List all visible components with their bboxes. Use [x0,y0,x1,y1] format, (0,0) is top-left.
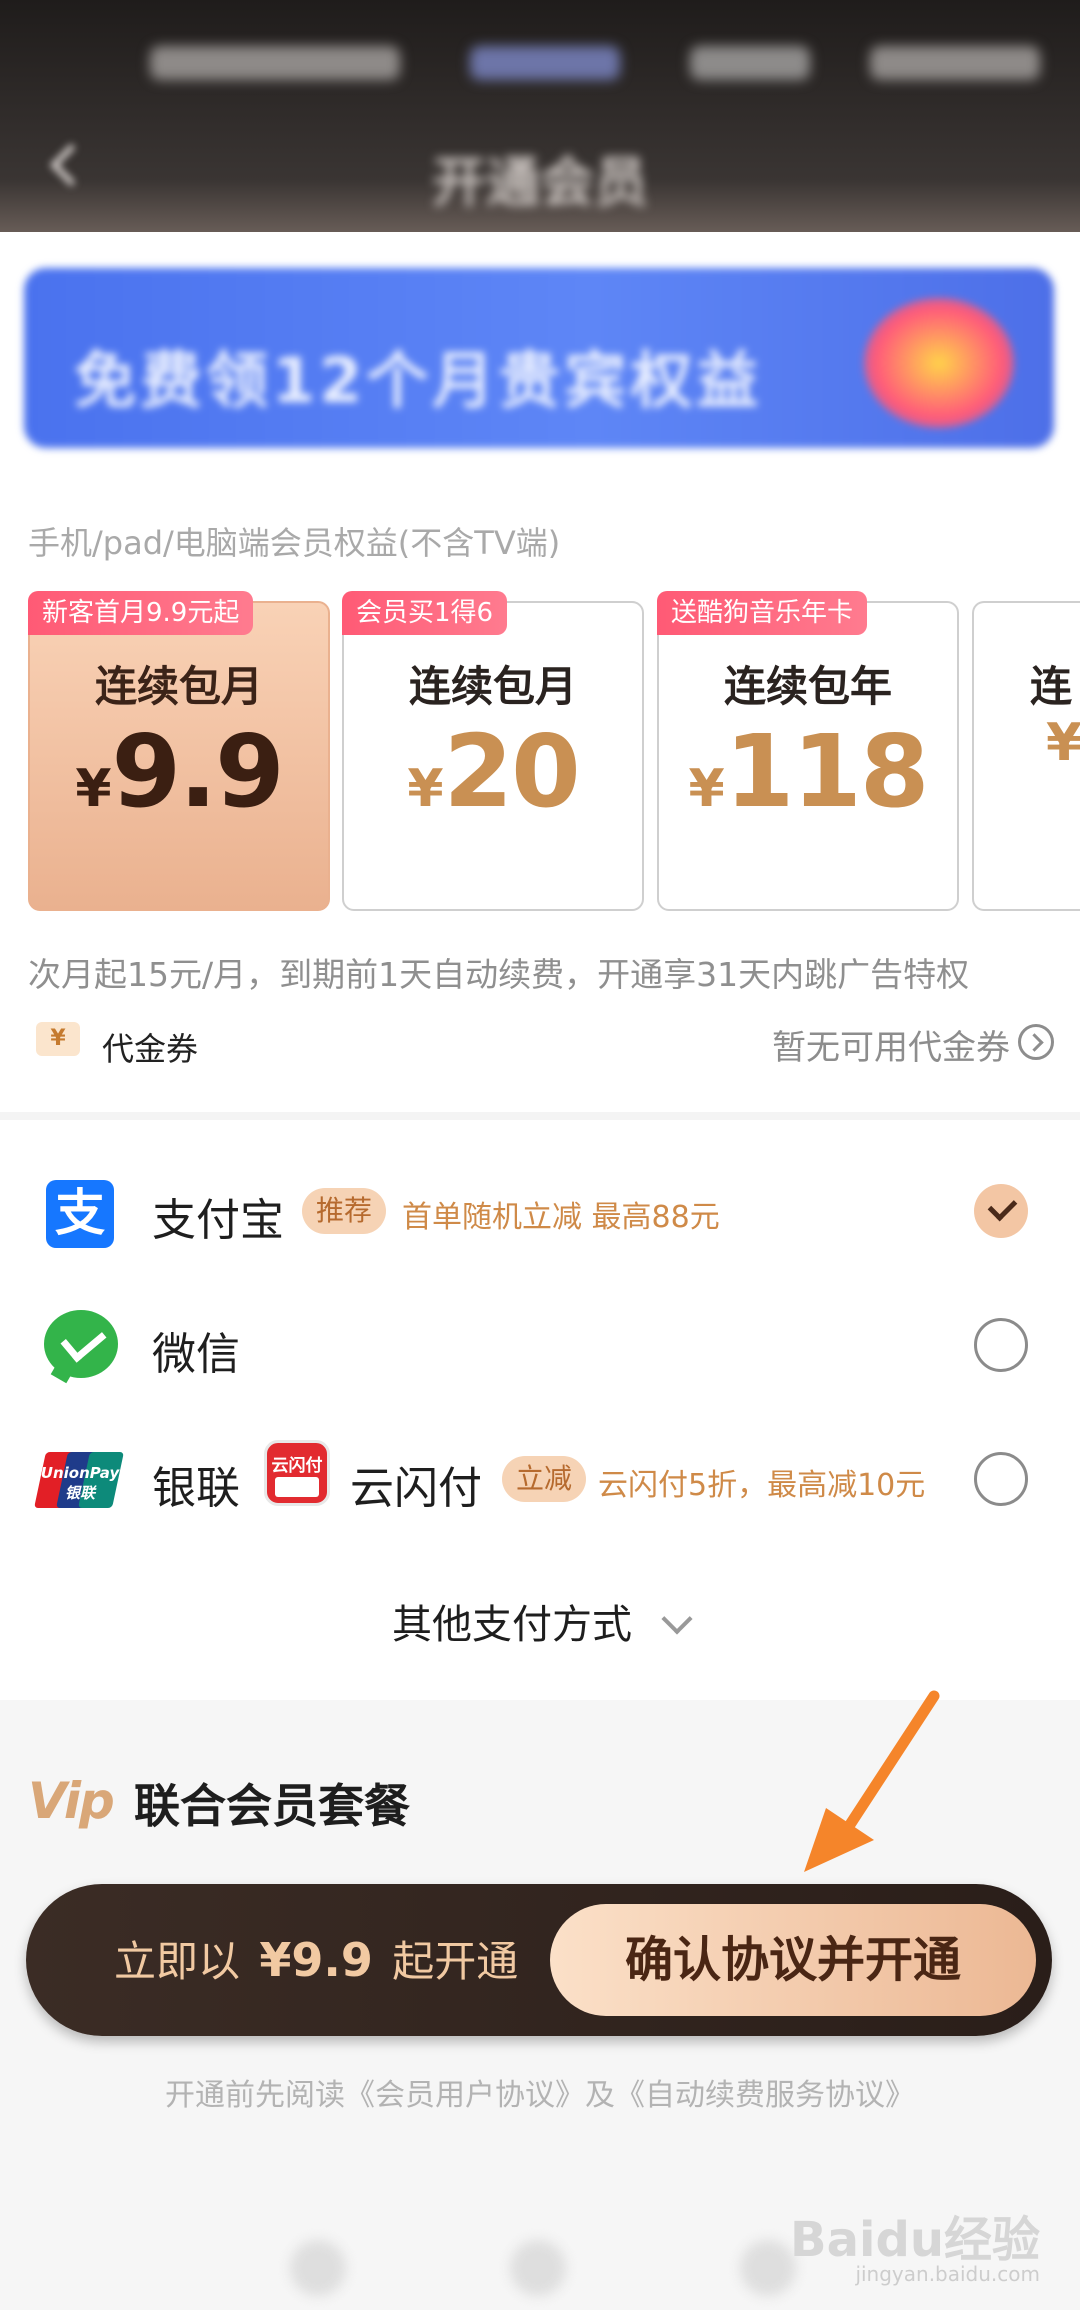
alipay-icon: 支 [46,1180,114,1248]
plan-card-monthly-new[interactable]: 新客首月9.9元起 连续包月 ¥9.9 [28,591,330,911]
voucher-label: 代金券 [102,1030,199,1068]
watermark: Baidu经验 jingyan.baidu.com [790,2200,1040,2286]
payment-label-2: 云闪付 [350,1463,482,1514]
cta-suffix: 起开通 [392,1937,519,1986]
chevron-right-icon [1018,1024,1054,1060]
payment-promo: 云闪付5折，最高减10元 [598,1468,926,1503]
plan-name: 连续包年 [723,662,892,711]
recommend-badge: 推荐 [302,1188,387,1234]
plan-name: 连续包月 [94,662,263,711]
payment-option-alipay[interactable]: 支 支付宝 推荐 首单随机立减 最高88元 [0,1156,1080,1266]
cta-prefix: 立即以 [114,1937,241,1986]
plan-card-partial[interactable]: 连 ¥ [972,601,1080,911]
plan-name: 连 [1030,662,1073,711]
currency-symbol: ¥ [407,759,444,819]
agreement-links[interactable]: 开通前先阅读《会员用户协议》及《自动续费服务协议》 [0,2070,1080,2114]
arrow-annotation-icon [804,1690,940,1872]
discount-badge: 立减 [502,1456,587,1502]
payment-option-unionpay[interactable]: UnionPay 银联 银联 云闪付 云闪付 立减 云闪付5折，最高减10元 [0,1424,1080,1534]
payment-label: 银联 [152,1463,240,1514]
payment-option-wechat[interactable]: 微信 [0,1290,1080,1400]
plan-tag: 新客首月9.9元起 [28,591,254,635]
plan-tag: 送酷狗音乐年卡 [657,591,868,635]
voucher-status: 暂无可用代金券 [772,1028,1010,1068]
cta-price: ¥9.9 [259,1933,373,1987]
purchase-summary: 立即以 ¥9.9 起开通 [114,1928,518,1989]
price-value: 118 [724,713,930,830]
banner-text: 免费领12个月贵宾权益 [74,344,763,417]
page-title: 开通会员 [432,151,648,214]
vip-section-title: 联合会员套餐 [134,1779,410,1833]
radio-unselected[interactable] [974,1452,1028,1506]
renew-note: 次月起15元/月，到期前1天自动续费，开通享31天内跳广告特权 [28,955,970,994]
plan-card-yearly[interactable]: 送酷狗音乐年卡 连续包年 ¥118 [657,591,959,911]
header-bar: 开通会员 [0,0,1080,240]
voucher-row[interactable]: ¥ 代金券 暂无可用代金券 [0,1010,1080,1080]
wechat-icon [44,1310,118,1378]
voucher-icon: ¥ [36,1022,80,1056]
price-value: 20 [443,713,581,830]
yunshanfu-logo-text: 云闪付 [271,1456,323,1476]
yunshanfu-icon: 云闪付 [264,1440,330,1506]
radio-selected[interactable] [974,1184,1028,1238]
watermark-sub: jingyan.baidu.com [855,2262,1040,2286]
plan-price: ¥9.9 [30,713,328,830]
plan-price: ¥ [1046,713,1080,773]
plan-tag: 会员买1得6 [342,591,508,635]
purchase-bar: 立即以 ¥9.9 起开通 确认协议并开通 [26,1884,1052,2036]
plan-name: 连续包月 [408,662,577,711]
unionpay-icon: UnionPay 银联 [34,1452,124,1508]
plan-price: ¥118 [659,713,957,830]
unionpay-logo-text: UnionPay 银联 [40,1464,120,1502]
other-payment-toggle[interactable]: 其他支付方式 [0,1592,1080,1650]
other-payment-label: 其他支付方式 [392,1602,632,1648]
page: 开通会员 免费领12个月贵宾权益 手机/pad/电脑端会员权益(不含TV端) 新… [0,0,1080,2310]
price-value: 9.9 [111,713,285,830]
rights-note: 手机/pad/电脑端会员权益(不含TV端) [28,524,561,562]
watermark-text: Baidu经验 [790,2212,1040,2268]
payment-label: 支付宝 [152,1195,284,1246]
banner-decoration [864,298,1014,428]
currency-symbol: ¥ [1046,713,1080,773]
payment-label: 微信 [152,1329,240,1380]
vip-logo: Vip [28,1772,115,1830]
currency-symbol: ¥ [75,759,112,819]
currency-symbol: ¥ [688,759,725,819]
plan-card-monthly[interactable]: 会员买1得6 连续包月 ¥20 [342,591,644,911]
payment-promo: 首单随机立减 最高88元 [402,1200,720,1235]
radio-unselected[interactable] [974,1318,1028,1372]
status-bar [150,34,1080,94]
plan-cards: 新客首月9.9元起 连续包月 ¥9.9 会员买1得6 连续包月 ¥20 送酷狗音… [0,591,1080,916]
plan-price: ¥20 [344,713,642,830]
chevron-down-icon [661,1603,693,1635]
confirm-open-button[interactable]: 确认协议并开通 [550,1904,1036,2016]
promo-banner[interactable]: 免费领12个月贵宾权益 [24,268,1054,448]
